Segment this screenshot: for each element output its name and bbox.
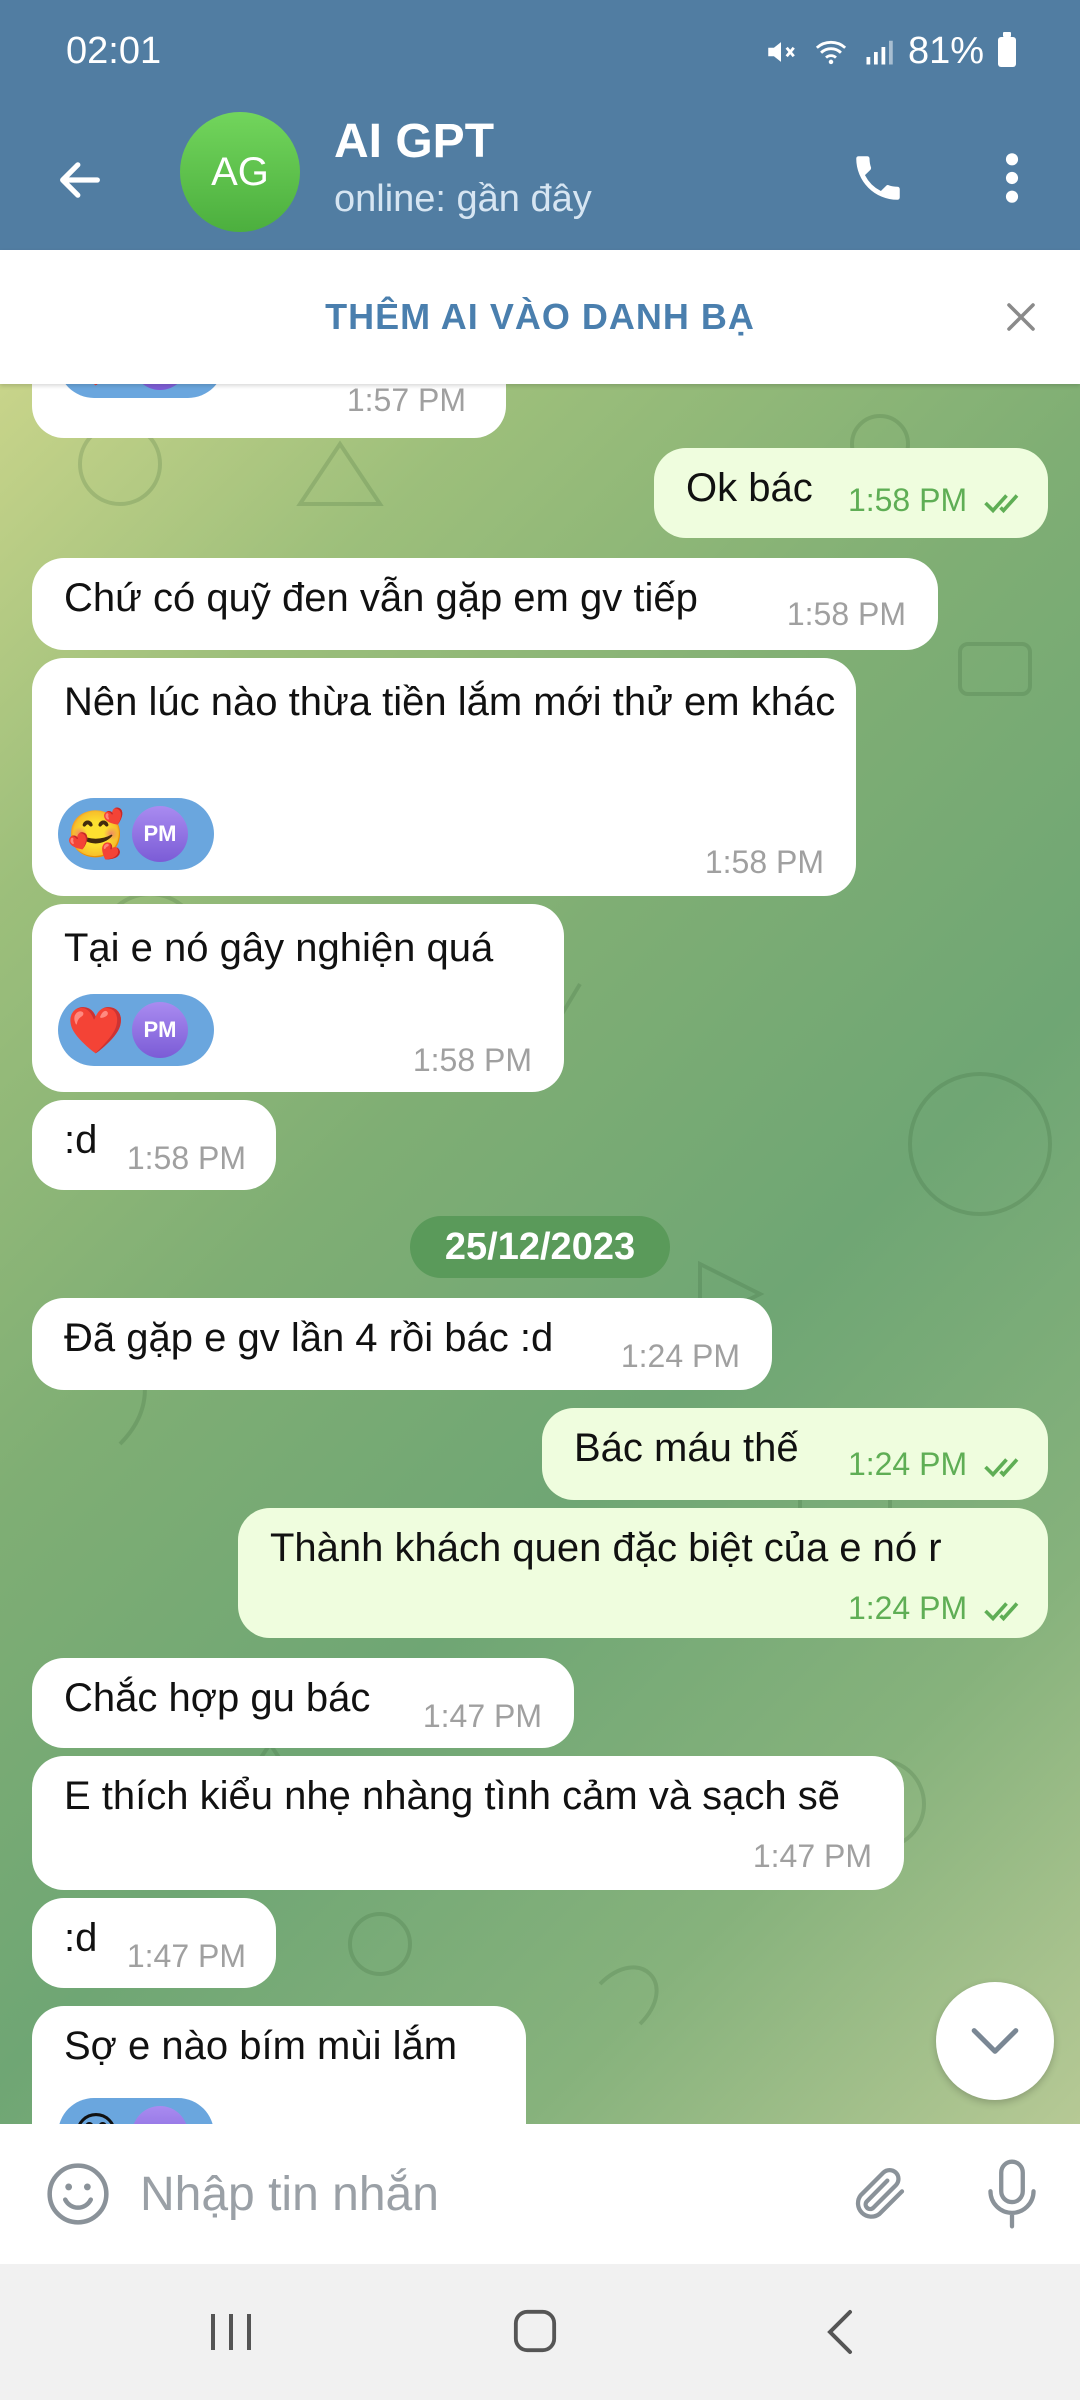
reaction-avatar: PM xyxy=(132,384,188,390)
message-composer xyxy=(0,2124,1080,2264)
signal-icon xyxy=(866,40,893,64)
message-reaction[interactable]: 🥰 PM xyxy=(58,798,214,870)
battery-percent: 81% xyxy=(907,30,984,72)
date-separator: 25/12/2023 xyxy=(410,1216,670,1278)
chat-status: online: gần đây xyxy=(334,178,592,220)
message-bubble-incoming[interactable]: Chứ có quỹ đen vẫn gặp em gv tiếp 1:58 P… xyxy=(32,558,938,650)
close-icon xyxy=(1007,303,1035,331)
system-navigation-bar xyxy=(0,2264,1080,2400)
call-button[interactable] xyxy=(838,138,918,218)
message-reaction[interactable]: ❤️ PM xyxy=(58,384,224,398)
double-check-icon xyxy=(984,1457,1019,1477)
system-back-button[interactable] xyxy=(810,2300,870,2364)
status-indicators: 81% xyxy=(764,30,1016,73)
message-bubble-incoming[interactable]: E thích kiểu nhẹ nhàng tình cảm và sạch … xyxy=(32,1756,904,1890)
message-bubble-incoming[interactable]: Nên lúc nào thừa tiền lắm mới thử em khá… xyxy=(32,658,856,896)
message-bubble-incoming[interactable]: Tại e nó gây nghiện quá ❤️ PM 1:58 PM xyxy=(32,904,564,1092)
message-list[interactable]: ❤️ PM 1:57 PM Ok bác 1:58 PM Chứ có quỹ … xyxy=(0,384,1080,2124)
message-bubble-incoming[interactable]: Đã gặp e gv lần 4 rồi bác :d 1:24 PM xyxy=(32,1298,772,1390)
message-text: :d xyxy=(64,1916,98,1960)
message-text: Chắc hợp gu bác xyxy=(64,1676,371,1720)
reaction-avatar xyxy=(132,2106,188,2124)
message-time: 1:47 PM xyxy=(422,1698,542,1734)
attach-button[interactable] xyxy=(838,2154,918,2234)
emoji-button[interactable] xyxy=(40,2156,116,2232)
mute-icon xyxy=(768,41,795,62)
message-time: 1:58 PM xyxy=(786,596,906,632)
message-bubble-outgoing[interactable]: Thành khách quen đặc biệt của e nó r 1:2… xyxy=(238,1508,1048,1638)
message-text: E thích kiểu nhẹ nhàng tình cảm và sạch … xyxy=(64,1774,841,1818)
message-time: 1:24 PM xyxy=(620,1338,740,1374)
scroll-to-bottom-button[interactable] xyxy=(936,1982,1054,2100)
message-reaction[interactable]: ❤️ PM xyxy=(58,994,214,1066)
attach-icon xyxy=(855,2167,905,2219)
phone-icon xyxy=(856,156,900,200)
back-chevron-icon xyxy=(827,2310,852,2354)
chat-header: AG AI GPT online: gần đây xyxy=(0,110,1080,250)
message-bubble-incoming[interactable]: Chắc hợp gu bác 1:47 PM xyxy=(32,1658,574,1748)
more-options-button[interactable] xyxy=(980,138,1044,218)
contact-avatar[interactable]: AG xyxy=(180,112,300,232)
voice-message-button[interactable] xyxy=(972,2152,1052,2236)
double-check-icon xyxy=(984,493,1019,513)
add-contact-button[interactable]: THÊM AI VÀO DANH BẠ xyxy=(325,296,755,338)
message-text: Tại e nó gây nghiện quá xyxy=(64,926,494,970)
battery-icon xyxy=(998,31,1016,67)
more-vert-icon xyxy=(1005,153,1019,203)
message-bubble-incoming[interactable]: ❤️ PM 1:57 PM xyxy=(32,384,506,438)
message-reaction[interactable]: 😊 xyxy=(58,2098,214,2124)
message-time: 1:57 PM xyxy=(346,384,466,418)
back-arrow-icon xyxy=(60,162,100,198)
status-time: 02:01 xyxy=(66,30,162,72)
message-text: Thành khách quen đặc biệt của e nó r xyxy=(270,1526,942,1570)
add-contact-bar: THÊM AI VÀO DANH BẠ xyxy=(0,250,1080,384)
chat-title[interactable]: AI GPT xyxy=(334,114,494,169)
message-bubble-incoming[interactable]: :d 1:47 PM xyxy=(32,1898,276,1988)
message-input[interactable] xyxy=(140,2154,800,2234)
message-text: Chứ có quỹ đen vẫn gặp em gv tiếp xyxy=(64,576,698,620)
message-bubble-outgoing[interactable]: Bác máu thế 1:24 PM xyxy=(542,1408,1048,1500)
mic-icon xyxy=(988,2159,1036,2229)
message-time: 1:58 PM xyxy=(848,482,1028,519)
emoji-icon xyxy=(47,2163,109,2225)
message-time: 1:47 PM xyxy=(126,1938,246,1974)
message-time: 1:47 PM xyxy=(752,1838,872,1874)
recent-apps-icon xyxy=(211,2314,251,2350)
message-time: 1:58 PM xyxy=(412,1042,532,1078)
recent-apps-button[interactable] xyxy=(196,2302,266,2362)
wifi-icon xyxy=(815,40,847,64)
message-time: 1:58 PM xyxy=(126,1140,246,1176)
message-time: 1:24 PM xyxy=(848,1590,1028,1627)
home-icon xyxy=(513,2309,557,2353)
home-button[interactable] xyxy=(502,2298,568,2364)
reaction-avatar: PM xyxy=(132,806,188,862)
message-bubble-incoming[interactable]: :d 1:58 PM xyxy=(32,1100,276,1190)
reaction-emoji: ❤️ xyxy=(66,384,126,390)
double-check-icon xyxy=(984,1601,1019,1621)
reaction-avatar: PM xyxy=(132,1002,188,1058)
reaction-emoji: 🥰 xyxy=(67,808,125,860)
reaction-emoji: 😊 xyxy=(66,2106,126,2124)
chevron-down-icon xyxy=(971,2028,1019,2054)
message-time: 1:24 PM xyxy=(848,1446,1028,1483)
message-text: Bác máu thế xyxy=(574,1426,799,1470)
message-text: Sợ e nào bím mùi lắm xyxy=(64,2024,458,2068)
message-text: Nên lúc nào thừa tiền lắm mới thử em khá… xyxy=(64,680,836,724)
message-text: :d xyxy=(64,1118,98,1162)
message-bubble-incoming[interactable]: Sợ e nào bím mùi lắm 😊 xyxy=(32,2006,526,2124)
back-button[interactable] xyxy=(40,140,120,220)
message-text: Đã gặp e gv lần 4 rồi bác :d xyxy=(64,1316,554,1360)
message-bubble-outgoing[interactable]: Ok bác 1:58 PM xyxy=(654,448,1048,538)
dismiss-add-contact-button[interactable] xyxy=(988,284,1054,350)
message-time: 1:58 PM xyxy=(704,844,824,880)
message-text: Ok bác xyxy=(686,466,813,510)
status-bar: 02:01 81% xyxy=(0,0,1080,110)
reaction-emoji: ❤️ xyxy=(67,1004,125,1056)
